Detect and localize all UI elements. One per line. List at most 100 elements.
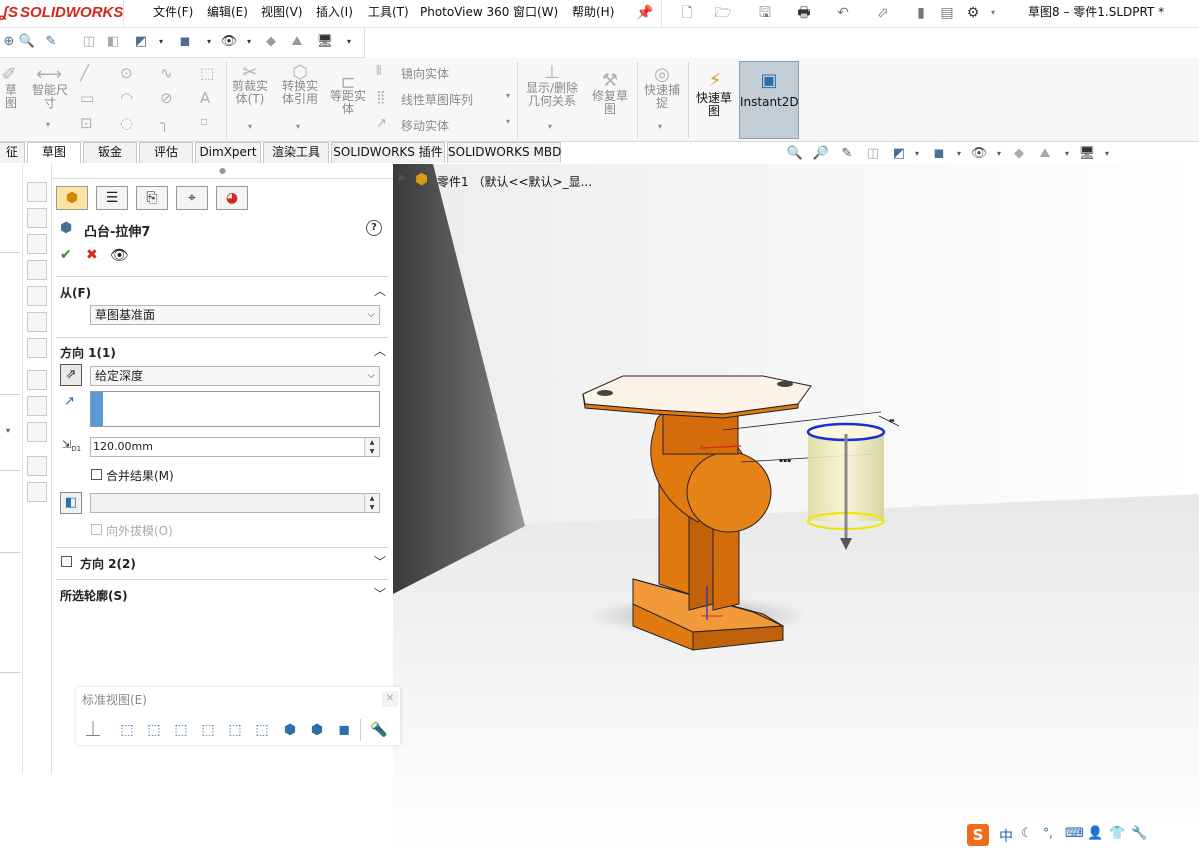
trim-entities-button[interactable]: 剪裁实 体(T) — [228, 80, 272, 106]
zoom-to-fit-icon[interactable]: 🔍 — [786, 145, 804, 163]
display-style-icon[interactable]: ◼ — [176, 33, 194, 51]
section-view-icon[interactable]: ◫ — [864, 145, 882, 163]
tab-display-manager[interactable]: ◕ — [216, 186, 248, 210]
skin-shirt-icon[interactable]: 👕 — [1109, 826, 1125, 841]
view-orientation-icon[interactable]: ◩ — [132, 33, 150, 51]
top-view-icon[interactable]: ⬚ — [226, 721, 244, 739]
text-icon[interactable]: A — [200, 89, 210, 107]
strip-sphere-icon[interactable] — [27, 338, 47, 358]
convert-entities-button[interactable]: 转换实 体引用 — [276, 80, 324, 106]
ellipse-icon[interactable]: ◌ — [120, 114, 133, 132]
chevron-down-icon[interactable]: ▾ — [1098, 145, 1116, 163]
direction2-checkbox[interactable] — [61, 556, 72, 567]
tab-sheet-metal[interactable]: 钣金 — [83, 142, 137, 163]
spin-buttons[interactable]: ▲ ▼ — [364, 494, 379, 512]
zoom-area-icon[interactable]: 🔍 — [18, 33, 36, 51]
menu-help[interactable]: 帮助(H) — [572, 3, 614, 23]
save-icon[interactable]: 🖫 — [756, 4, 774, 22]
edit-appearance-icon[interactable]: ◆ — [1010, 145, 1028, 163]
view-settings-icon[interactable]: 🖥 — [1078, 145, 1096, 163]
chevron-down-icon[interactable]: ▾ — [990, 145, 1008, 163]
bottom-view-icon[interactable]: ⬚ — [253, 721, 271, 739]
chevron-down-icon[interactable]: ▾ — [240, 33, 258, 51]
tab-render-tools[interactable]: 渲染工具 — [263, 142, 329, 163]
tab-dimxpert[interactable]: DimXpert — [195, 142, 261, 163]
plane-icon[interactable]: ▫ — [200, 114, 208, 128]
tab-dimxpert-manager[interactable]: ⌖ — [176, 186, 208, 210]
tab-property-manager[interactable]: ☰ — [96, 186, 128, 210]
expand-tree-icon[interactable]: ▶ — [399, 173, 406, 183]
apply-scene-icon[interactable]: ⛰ — [1036, 145, 1054, 163]
punctuation-icon[interactable]: °, — [1043, 826, 1053, 840]
chevron-down-icon[interactable]: ▾ — [200, 33, 218, 51]
zoom-area-icon[interactable]: 🔎 — [812, 145, 830, 163]
menu-file[interactable]: 文件(F) — [153, 3, 193, 23]
pin-icon[interactable]: 📌 — [636, 4, 654, 22]
fillet-icon[interactable]: ╮ — [160, 114, 169, 132]
edit-appearance-icon[interactable]: ◆ — [262, 33, 280, 51]
rectangle-icon[interactable]: ▭ — [80, 89, 94, 107]
polygon-icon[interactable]: ⊘ — [160, 89, 173, 107]
strip-tool-icon[interactable] — [27, 482, 47, 502]
circle-icon[interactable]: ⊙ — [120, 64, 133, 82]
open-icon[interactable]: 🗁 — [714, 4, 732, 22]
menu-photoview[interactable]: PhotoView 360 — [420, 3, 509, 23]
tab-features[interactable]: 征 — [0, 142, 25, 163]
tab-feature-manager[interactable]: ⬢ — [56, 186, 88, 210]
menu-window[interactable]: 窗口(W) — [513, 3, 558, 23]
strip-cube-icon[interactable] — [27, 234, 47, 254]
feature-tree-root[interactable]: 零件1 （默认<<默认>_显... — [437, 173, 592, 190]
draft-icon[interactable]: ◧ — [60, 492, 82, 514]
from-dropdown[interactable]: 草图基准面 ⌵ — [90, 305, 380, 325]
repair-sketch-button[interactable]: 修复草 图 — [588, 90, 632, 116]
menu-tools[interactable]: 工具(T) — [368, 3, 409, 23]
direction-selection-box[interactable] — [90, 391, 380, 427]
flashlight-icon[interactable]: 🔦 — [370, 721, 388, 739]
line-icon[interactable]: ╱ — [80, 64, 89, 82]
rebuild-icon[interactable]: ▮ — [912, 4, 930, 22]
spline-icon[interactable]: ∿ — [160, 64, 173, 82]
menu-insert[interactable]: 插入(I) — [316, 3, 353, 23]
chevron-down-icon[interactable]: ▾ — [506, 91, 510, 100]
chevron-down-icon[interactable]: ▾ — [658, 122, 662, 131]
keyboard-icon[interactable]: ⌨ — [1065, 826, 1084, 841]
rapid-sketch-button[interactable]: 快速草 图 — [692, 92, 736, 118]
slot-icon[interactable]: ⊡ — [80, 114, 93, 132]
help-icon[interactable]: ? — [366, 220, 382, 236]
mirror-entities-button[interactable]: 镜向实体 — [401, 65, 449, 82]
move-entities-button[interactable]: 移动实体 — [401, 117, 449, 134]
chevron-down-icon[interactable]: ▾ — [908, 145, 926, 163]
collapse-chevron-icon[interactable]: ︿ — [374, 342, 386, 359]
strip-cube-icon[interactable] — [27, 312, 47, 332]
tab-configuration-manager[interactable]: ⎘ — [136, 186, 168, 210]
menu-view[interactable]: 视图(V) — [261, 3, 303, 23]
chevron-down-icon[interactable]: ▾ — [548, 122, 552, 131]
isometric-view-icon[interactable]: ⬢ — [281, 721, 299, 739]
display-style-icon[interactable]: ◼ — [930, 145, 948, 163]
sketch-button[interactable]: 草 图 — [0, 84, 22, 110]
chevron-down-icon[interactable]: ▾ — [152, 33, 170, 51]
selected-contours-header[interactable]: 所选轮廓(S) — [60, 587, 128, 604]
chevron-down-icon[interactable]: ▾ — [46, 120, 50, 129]
chevron-down-icon[interactable]: ▾ — [950, 145, 968, 163]
end-condition-dropdown[interactable]: 给定深度 ⌵ — [90, 366, 380, 386]
sogou-logo-icon[interactable]: S — [967, 824, 989, 846]
point-icon[interactable]: ⬚ — [200, 64, 214, 82]
chevron-down-icon[interactable]: ▾ — [340, 33, 358, 51]
arc-icon[interactable]: ◠ — [120, 89, 133, 107]
left-view-icon[interactable]: ⬚ — [172, 721, 190, 739]
chevron-down-icon[interactable]: ▾ — [984, 4, 1002, 22]
select-icon[interactable]: ⬀ — [874, 4, 892, 22]
merge-result-checkbox[interactable] — [91, 469, 102, 480]
tab-solidworks-addins[interactable]: SOLIDWORKS 插件 — [331, 142, 445, 163]
user-icon[interactable]: 👤 — [1087, 826, 1103, 841]
strip-cube-icon[interactable] — [27, 260, 47, 280]
solidworks-logo[interactable]: ʆS SOLIDWORKS — [0, 4, 123, 24]
preview-eye-icon[interactable]: 👁 — [110, 246, 129, 264]
smart-dimension-button[interactable]: 智能尺 寸 — [28, 84, 72, 110]
strip-tool-icon[interactable] — [27, 370, 47, 390]
quick-snaps-button[interactable]: 快速捕 捉 — [640, 84, 684, 110]
graphics-viewport[interactable]: * ▬ ▪▪▪ ▶ ⬢ 零件1 （默认<<默认>_显... — [393, 164, 1199, 848]
wrench-icon[interactable]: 🔧 — [1131, 826, 1147, 841]
instant2d-button[interactable]: ▣ Instant2D — [739, 61, 799, 139]
